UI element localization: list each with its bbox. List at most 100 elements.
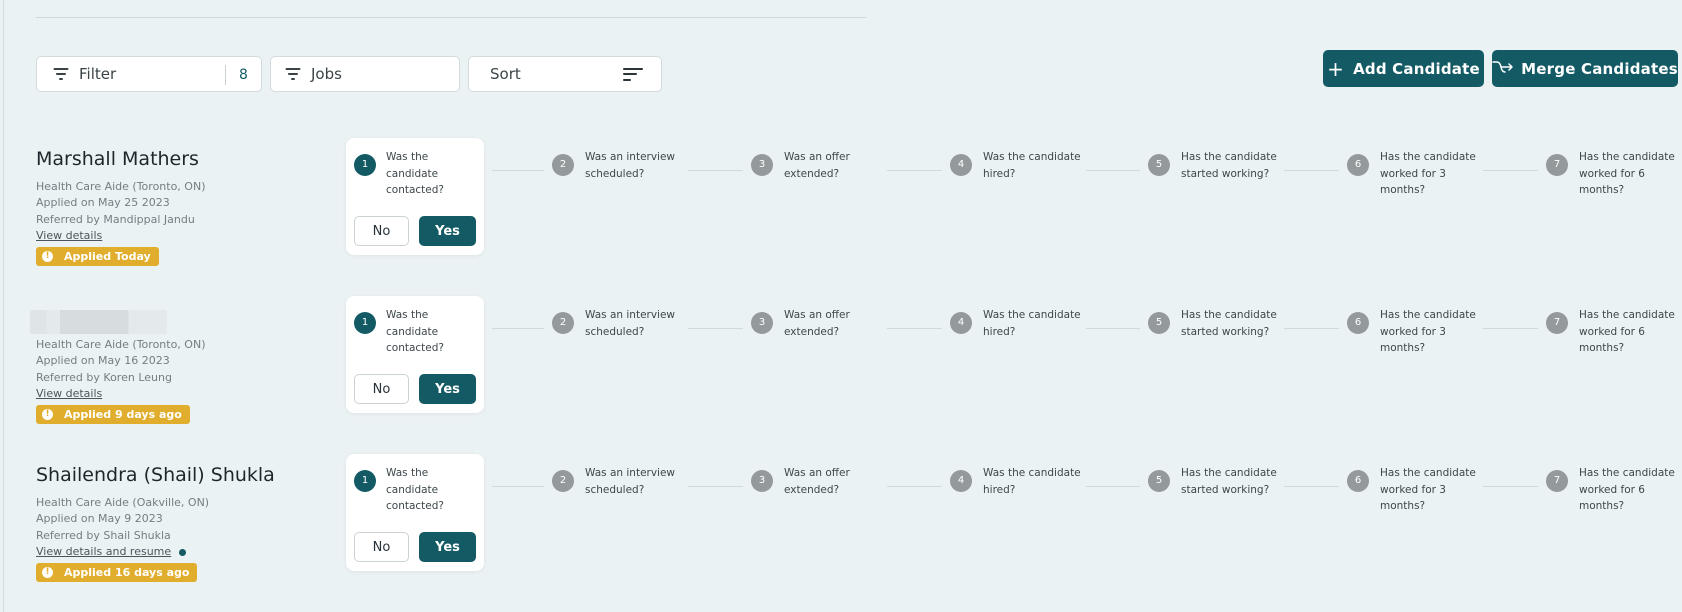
unread-indicator-icon [179,548,187,556]
step-number-badge: 5 [1148,470,1170,492]
view-details-link[interactable]: View details [36,387,102,400]
applied-status-label: Applied Today [64,250,151,263]
filter-button[interactable]: Filter 8 [36,56,262,92]
step-number-badge: 2 [552,154,574,176]
alert-circle-icon: ! [42,251,53,262]
step-connector [1483,170,1538,171]
step-question: Was the candidate contacted? [386,151,444,196]
candidate-name [30,310,167,334]
step-question: Was the candidate hired? [983,467,1081,496]
candidate-referrer: Referred by Shail Shukla [36,529,171,542]
step-question: Was the candidate contacted? [386,467,444,512]
step-question: Has the candidate worked for 6 months? [1579,467,1675,512]
step-card-1: 1 Was the candidate contacted? No Yes [346,296,484,413]
candidate-job: Health Care Aide (Oakville, ON) [36,496,210,509]
step-connector [688,170,743,171]
candidate-name: Shailendra (Shail) Shukla [36,464,275,486]
step-connector [1284,486,1339,487]
step-connector [887,170,942,171]
alert-circle-icon: ! [42,409,53,420]
candidate-row: Health Care Aide (Toronto, ON) Applied on… [0,296,1682,436]
step-connector [1284,170,1339,171]
merge-candidates-label: Merge Candidates [1521,59,1678,78]
step-number-badge: 2 [552,312,574,334]
step-card-1: 1 Was the candidate contacted? No Yes [346,138,484,255]
step-number-badge: 6 [1347,154,1369,176]
applied-status-badge: ! Applied 16 days ago [36,563,198,582]
candidate-applied-date: Applied on May 9 2023 [36,512,163,525]
alert-circle-icon: ! [42,567,53,578]
candidate-referrer: Referred by Mandippal Jandu [36,213,195,226]
view-details-link[interactable]: View details and resume [36,545,187,558]
sort-icon [623,67,643,81]
view-details-link[interactable]: View details [36,229,102,242]
jobs-label: Jobs [311,65,342,83]
step-question: Was an offer extended? [784,309,850,338]
applied-status-badge: ! Applied Today [36,247,159,266]
candidate-row: Marshall Mathers Health Care Aide (Toront… [0,138,1682,278]
step-number-badge: 3 [751,312,773,334]
step-connector [887,486,942,487]
step-connector [1086,328,1140,329]
step-number-badge: 7 [1546,470,1568,492]
merge-candidates-button[interactable]: Merge Candidates [1492,50,1678,87]
jobs-filter-icon [285,68,301,80]
step-connector [1086,170,1140,171]
merge-arrow-icon [1492,60,1514,78]
step-number-badge: 5 [1148,312,1170,334]
view-details-label: View details and resume [36,545,172,558]
step-question: Was an interview scheduled? [585,309,676,338]
step-number-badge: 1 [354,470,376,492]
add-candidate-button[interactable]: + Add Candidate [1323,50,1484,87]
step-connector [492,170,544,171]
step-number-badge: 7 [1546,312,1568,334]
applied-status-label: Applied 16 days ago [64,566,190,579]
yes-button[interactable]: Yes [419,374,476,404]
step-question: Has the candidate started working? [1181,151,1277,180]
applied-status-badge: ! Applied 9 days ago [36,405,190,424]
step-number-badge: 3 [751,154,773,176]
step-connector [1284,328,1339,329]
step-number-badge: 6 [1347,312,1369,334]
no-button[interactable]: No [354,216,409,246]
step-question: Was an offer extended? [784,151,850,180]
step-number-badge: 1 [354,154,376,176]
step-question: Has the candidate worked for 3 months? [1380,467,1476,512]
jobs-filter-button[interactable]: Jobs [270,56,460,92]
step-connector [1483,486,1538,487]
candidate-referrer: Referred by Koren Leung [36,371,172,384]
yes-button[interactable]: Yes [419,532,476,562]
step-question: Was an interview scheduled? [585,151,676,180]
filter-count: 8 [225,65,261,85]
step-question: Was the candidate hired? [983,309,1081,338]
step-connector [887,328,942,329]
step-connector [688,328,743,329]
step-connector [492,328,544,329]
candidate-applied-date: Applied on May 25 2023 [36,196,170,209]
sort-label: Sort [490,65,521,83]
sort-dropdown[interactable]: Sort [468,56,662,92]
no-button[interactable]: No [354,374,409,404]
step-number-badge: 4 [950,312,972,334]
step-number-badge: 6 [1347,470,1369,492]
step-number-badge: 5 [1148,154,1170,176]
step-question: Was an interview scheduled? [585,467,676,496]
candidate-row: Shailendra (Shail) Shukla Health Care Aid… [0,454,1682,594]
add-candidate-label: Add Candidate [1353,59,1480,78]
step-card-1: 1 Was the candidate contacted? No Yes [346,454,484,571]
step-number-badge: 1 [354,312,376,334]
step-question: Has the candidate worked for 3 months? [1380,309,1476,354]
top-divider [36,17,866,18]
no-button[interactable]: No [354,532,409,562]
step-question: Was the candidate hired? [983,151,1081,180]
yes-button[interactable]: Yes [419,216,476,246]
step-number-badge: 7 [1546,154,1568,176]
applied-status-label: Applied 9 days ago [64,408,182,421]
candidate-applied-date: Applied on May 16 2023 [36,354,170,367]
step-question: Has the candidate started working? [1181,309,1277,338]
candidate-name: Marshall Mathers [36,148,199,170]
step-number-badge: 4 [950,154,972,176]
step-number-badge: 2 [552,470,574,492]
step-connector [1086,486,1140,487]
candidate-job: Health Care Aide (Toronto, ON) [36,338,206,351]
